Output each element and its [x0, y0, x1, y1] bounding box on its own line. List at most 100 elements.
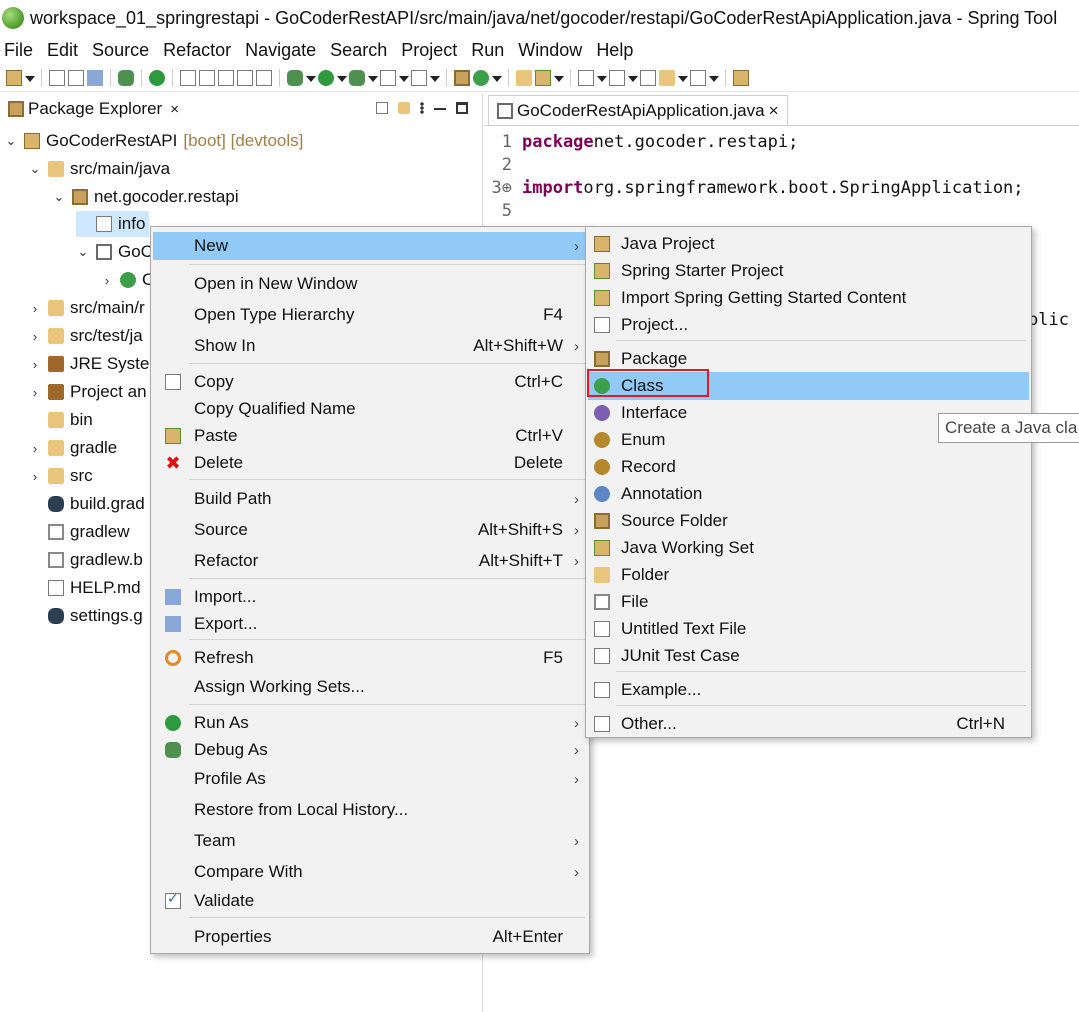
tree-item-package[interactable]: ⌄ net.gocoder.restapi [52, 184, 239, 210]
stop-dropdown-icon[interactable] [399, 70, 409, 86]
menu-item-compare-with[interactable]: Compare With › [153, 858, 587, 886]
menu-source[interactable]: Source [92, 40, 149, 61]
menu-window[interactable]: Window [518, 40, 582, 61]
tree-item-project-deps[interactable]: › Project an [28, 379, 147, 405]
close-icon[interactable]: × [170, 101, 179, 118]
expand-twisty-icon[interactable]: › [28, 469, 42, 484]
next-annotation-icon[interactable] [578, 69, 594, 86]
run-icon[interactable] [318, 69, 334, 86]
new-wizard-dropdown-icon[interactable] [25, 70, 35, 86]
run-dropdown-icon[interactable] [337, 70, 347, 86]
terminal-icon[interactable] [87, 69, 103, 86]
tree-item-settings-gradle[interactable]: settings.g [28, 603, 143, 629]
tree-item-src-main-java[interactable]: ⌄ src/main/java [28, 156, 171, 182]
menu-item-copy-qualified-name[interactable]: Copy Qualified Name [153, 395, 587, 423]
menu-item-profile-as[interactable]: Profile As › [153, 765, 587, 793]
submenu-item-record[interactable]: Record [588, 453, 1029, 481]
menu-refactor[interactable]: Refactor [163, 40, 231, 61]
tree-item-src-main-resources[interactable]: › src/main/r [28, 295, 145, 321]
tree-item-gradle[interactable]: › gradle [28, 435, 117, 461]
debug-dropdown-icon[interactable] [306, 70, 316, 86]
expand-twisty-icon[interactable]: ⌄ [76, 244, 90, 260]
menu-item-assign-working-sets[interactable]: Assign Working Sets... [153, 673, 587, 701]
submenu-item-source-folder[interactable]: Source Folder [588, 507, 1029, 535]
submenu-item-untitled-text-file[interactable]: Untitled Text File [588, 615, 1029, 643]
submenu-item-file[interactable]: File [588, 588, 1029, 616]
expand-twisty-icon[interactable]: ⌄ [52, 189, 66, 205]
skip-breakpoints-icon[interactable] [118, 69, 134, 86]
menu-help[interactable]: Help [596, 40, 633, 61]
submenu-item-example[interactable]: Example... [588, 676, 1029, 704]
boot-dashboard-icon[interactable] [149, 69, 165, 86]
menu-navigate[interactable]: Navigate [245, 40, 316, 61]
word-wrap-icon[interactable] [237, 69, 253, 86]
tree-item-info-package[interactable]: info [76, 211, 150, 237]
open-task-dropdown-icon[interactable] [554, 70, 564, 86]
menu-item-export[interactable]: Export... [153, 610, 587, 638]
view-menu-icon[interactable] [420, 102, 424, 114]
block-selection-icon[interactable] [218, 69, 234, 86]
external-tools-icon[interactable] [349, 69, 365, 86]
expand-twisty-icon[interactable]: ⌄ [4, 133, 18, 149]
expand-twisty-icon[interactable]: › [28, 357, 42, 372]
back-icon[interactable] [659, 69, 675, 86]
maximize-icon[interactable] [456, 102, 468, 114]
menu-item-source[interactable]: Source Alt+Shift+S › [153, 516, 587, 544]
next-annotation-dropdown-icon[interactable] [597, 70, 607, 86]
new-java-class-icon[interactable] [473, 69, 489, 86]
new-java-class-dropdown-icon[interactable] [492, 70, 502, 86]
code-editor[interactable]: 1 package net.gocoder.restapi; 2 3⊕ impo… [484, 130, 1079, 222]
menu-item-open-type-hierarchy[interactable]: Open Type Hierarchy F4 [153, 301, 587, 329]
tree-item-class[interactable]: › C [100, 267, 154, 293]
submenu-item-java-working-set[interactable]: Java Working Set [588, 534, 1029, 562]
tree-item-gradlew[interactable]: gradlew [28, 519, 130, 545]
tab-editor-file[interactable]: GoCoderRestApiApplication.java × [488, 95, 788, 125]
menu-item-copy[interactable]: Copy Ctrl+C [153, 368, 587, 396]
menu-item-run-as[interactable]: Run As › [153, 709, 587, 737]
tab-package-explorer[interactable]: Package Explorer × [4, 94, 183, 126]
save-icon[interactable] [49, 69, 65, 86]
minimize-icon[interactable] [434, 108, 446, 110]
forward-icon[interactable] [690, 69, 706, 86]
menu-item-build-path[interactable]: Build Path › [153, 485, 587, 513]
menu-item-properties[interactable]: Properties Alt+Enter [153, 923, 587, 951]
expand-twisty-icon[interactable]: › [28, 329, 42, 344]
menu-item-paste[interactable]: Paste Ctrl+V [153, 422, 587, 450]
submenu-item-junit-test-case[interactable]: JUnit Test Case [588, 642, 1029, 670]
submenu-item-annotation[interactable]: Annotation [588, 480, 1029, 508]
close-icon[interactable]: × [769, 101, 779, 121]
menu-item-import[interactable]: Import... [153, 583, 587, 611]
expand-twisty-icon[interactable]: › [100, 273, 114, 288]
link-with-editor-icon[interactable] [398, 102, 410, 114]
menu-item-open-in-new-window[interactable]: Open in New Window [153, 270, 587, 298]
menu-project[interactable]: Project [401, 40, 457, 61]
expand-twisty-icon[interactable]: › [28, 301, 42, 316]
external-tools-dropdown-icon[interactable] [368, 70, 378, 86]
menu-item-delete[interactable]: ✖ Delete Delete [153, 449, 587, 477]
new-wizard-icon[interactable] [6, 69, 22, 86]
submenu-item-other[interactable]: Other... Ctrl+N [588, 710, 1029, 738]
toggle-edit-icon[interactable] [199, 69, 215, 86]
open-type-icon[interactable] [516, 69, 532, 86]
menu-search[interactable]: Search [330, 40, 387, 61]
expand-twisty-icon[interactable]: › [28, 385, 42, 400]
connect-dropdown-icon[interactable] [430, 70, 440, 86]
tree-item-jre-library[interactable]: › JRE Syster [28, 351, 155, 377]
expand-twisty-icon[interactable]: ⌄ [28, 161, 42, 177]
tree-item-gradlew-bat[interactable]: gradlew.b [28, 547, 143, 573]
menu-item-validate[interactable]: Validate [153, 887, 587, 915]
submenu-item-folder[interactable]: Folder [588, 561, 1029, 589]
menu-run[interactable]: Run [471, 40, 504, 61]
tree-item-project[interactable]: ⌄ GoCoderRestAPI [boot] [devtools] [4, 128, 304, 154]
previous-annotation-dropdown-icon[interactable] [628, 70, 638, 86]
collapse-all-icon[interactable] [376, 102, 388, 114]
tree-item-src-test-java[interactable]: › src/test/ja [28, 323, 143, 349]
show-whitespace-icon[interactable] [256, 69, 272, 86]
stop-icon[interactable] [380, 69, 396, 86]
menu-item-refactor[interactable]: Refactor Alt+Shift+T › [153, 547, 587, 575]
submenu-item-spring-starter-project[interactable]: Spring Starter Project [588, 257, 1029, 285]
expand-twisty-icon[interactable]: › [28, 441, 42, 456]
previous-annotation-icon[interactable] [609, 69, 625, 86]
menu-item-restore-local-history[interactable]: Restore from Local History... [153, 796, 587, 824]
menu-item-show-in[interactable]: Show In Alt+Shift+W › [153, 332, 587, 360]
